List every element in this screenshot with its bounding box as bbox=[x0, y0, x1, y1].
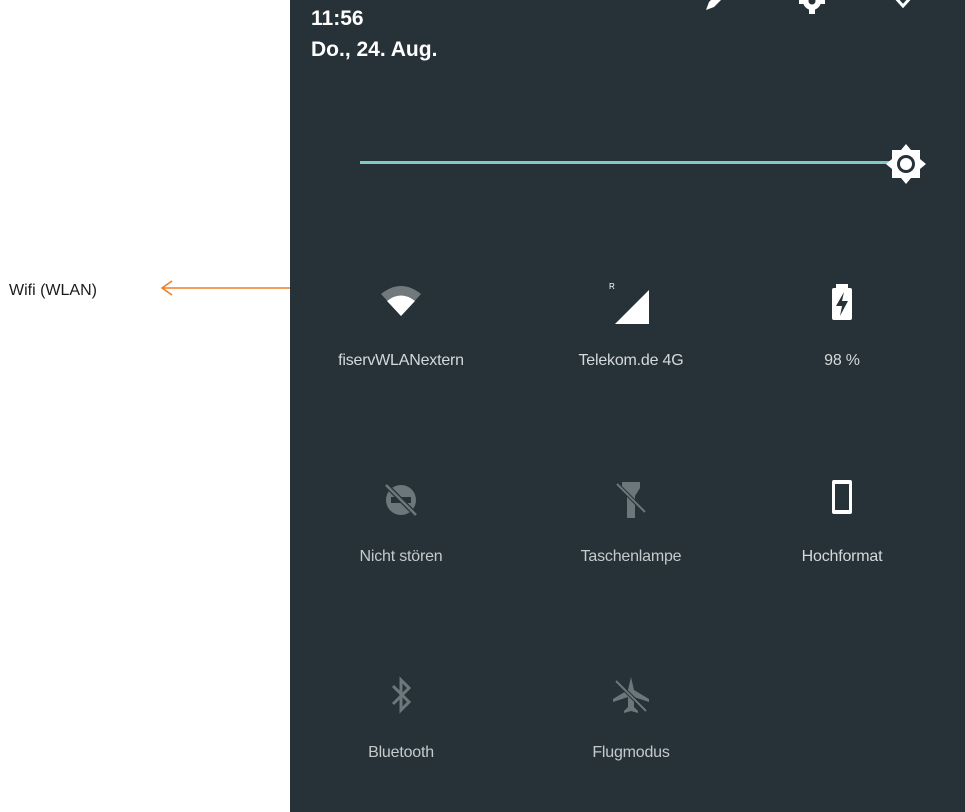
tile-cellular[interactable]: R Telekom.de 4G bbox=[541, 282, 721, 412]
wifi-annotation-label: Wifi (WLAN) bbox=[9, 282, 97, 299]
tile-airplane-mode[interactable]: Flugmodus bbox=[541, 674, 721, 804]
tile-bluetooth[interactable]: Bluetooth bbox=[311, 674, 491, 804]
expand-icon[interactable] bbox=[888, 0, 918, 16]
do-not-disturb-icon bbox=[384, 483, 418, 517]
battery-charging-icon bbox=[832, 284, 852, 320]
tile-label: Taschenlampe bbox=[580, 548, 682, 565]
brightness-icon[interactable] bbox=[884, 142, 928, 186]
airplane-mode-icon bbox=[613, 677, 649, 713]
flashlight-icon bbox=[615, 482, 647, 518]
tile-do-not-disturb[interactable]: Nicht stören bbox=[311, 478, 491, 608]
settings-icon[interactable] bbox=[797, 0, 827, 16]
tile-label: Flugmodus bbox=[592, 744, 670, 761]
tile-flashlight[interactable]: Taschenlampe bbox=[541, 478, 721, 608]
edit-icon[interactable] bbox=[700, 0, 730, 16]
status-date: Do., 24. Aug. bbox=[311, 38, 438, 61]
tile-label: Hochformat bbox=[801, 548, 883, 565]
wifi-icon bbox=[381, 286, 421, 316]
tile-label: Bluetooth bbox=[368, 744, 434, 761]
quick-settings-panel: 11:56 Do., 24. Aug. fiservWLANextern R T… bbox=[290, 0, 965, 812]
tile-rotation[interactable]: Hochformat bbox=[752, 478, 932, 608]
tile-label: 98 % bbox=[824, 352, 860, 369]
tile-label: fiservWLANextern bbox=[338, 352, 464, 369]
tile-label: Nicht stören bbox=[359, 548, 443, 565]
tile-wifi[interactable]: fiservWLANextern bbox=[311, 282, 491, 412]
brightness-track bbox=[360, 161, 890, 164]
cellular-signal-icon: R bbox=[609, 282, 649, 324]
tile-label: Telekom.de 4G bbox=[578, 352, 684, 369]
svg-text:R: R bbox=[609, 282, 615, 291]
status-time: 11:56 bbox=[311, 7, 364, 30]
brightness-slider[interactable] bbox=[360, 144, 940, 184]
tile-battery[interactable]: 98 % bbox=[752, 282, 932, 412]
portrait-rotation-icon bbox=[832, 480, 852, 514]
bluetooth-icon bbox=[391, 676, 412, 714]
